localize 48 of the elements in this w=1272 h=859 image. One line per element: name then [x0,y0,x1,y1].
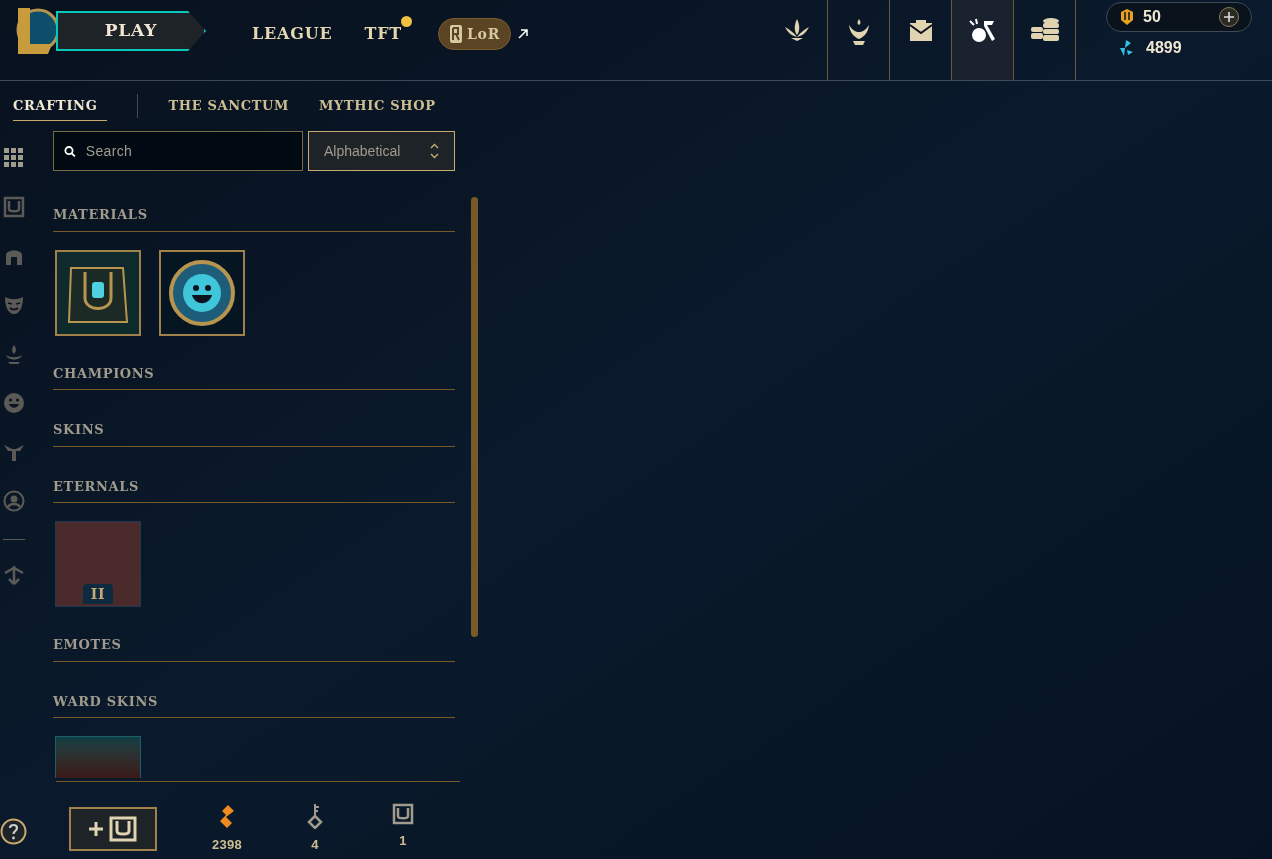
craft-chest-button[interactable] [69,807,157,851]
eternal-series-badge: II [82,584,114,604]
profile-icon[interactable] [2,490,25,512]
coins-icon [1028,17,1061,43]
section-heading: CHAMPIONS [53,363,455,390]
plus-chest-icon [87,816,139,842]
help-icon[interactable] [0,818,27,845]
section-heading: SKINS [53,420,455,447]
currency-count: 50 [1143,7,1161,27]
section-heading: WARD SKINS [53,691,455,718]
nav-link[interactable]: LEAGUE [252,22,333,46]
play-button[interactable]: PLAY [56,11,206,51]
chest-tile[interactable] [55,249,141,336]
section-heading: MATERIALS [53,205,455,232]
currency-icon [1119,8,1135,26]
nav-link[interactable]: TFT [364,22,403,46]
inventory-count: 4 [311,836,319,854]
lor-logo-icon [449,24,464,44]
inventory-count: 2398 [211,836,243,854]
sub-tab[interactable]: MYTHIC SHOP [319,91,436,121]
sub-tab[interactable]: THE SANCTUM [168,91,290,121]
search-field[interactable]: Search [53,131,303,171]
add-currency-button[interactable] [1219,7,1239,27]
chevron-up-down-icon [430,143,439,159]
sub-tab[interactable]: CRAFTING [13,91,108,121]
sort-dropdown[interactable]: Alphabetical [308,131,455,171]
eternal-tile[interactable]: II [55,521,141,607]
plus-icon [1224,12,1234,22]
store-tab[interactable] [952,0,1014,80]
chest-icon[interactable] [2,196,25,218]
inventory-count: 1 [399,832,407,850]
external-link-icon[interactable] [517,28,529,40]
grid-icon[interactable] [2,147,25,169]
chest-icon [392,803,414,825]
lor-button[interactable]: LoR [438,18,511,50]
scrollbar[interactable] [471,197,478,637]
emote-tile[interactable] [159,249,245,336]
smile-icon[interactable] [2,392,25,414]
search-input[interactable]: Search [85,140,292,162]
key-icon [306,803,324,829]
section-heading: EMOTES [53,635,455,662]
essence-icon [1118,39,1134,57]
essence-count: 4899 [1146,38,1182,58]
search-icon [64,144,76,158]
smiley-emote-icon [169,259,235,326]
section-heading: ETERNALS [53,476,455,503]
arrows-icon[interactable] [2,564,25,586]
mask-icon[interactable] [2,294,25,316]
